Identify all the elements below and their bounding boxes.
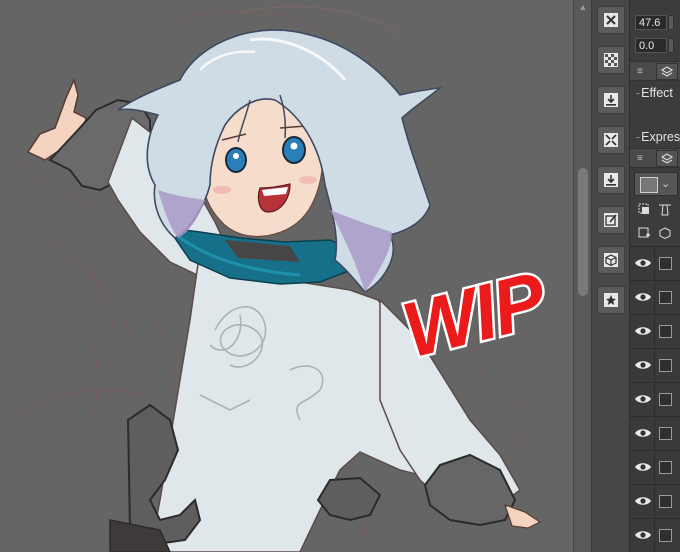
blend-swatch (640, 177, 658, 193)
row-divider (654, 451, 655, 485)
export-button[interactable] (597, 166, 625, 194)
layers-icon (660, 152, 674, 164)
3d-cube-button[interactable] (597, 246, 625, 274)
layer-row[interactable] (630, 416, 680, 451)
layer-checkbox[interactable] (659, 495, 672, 508)
row-divider (654, 519, 655, 552)
eye-icon[interactable] (634, 426, 652, 440)
layer-checkbox[interactable] (659, 325, 672, 338)
scrollbar-thumb[interactable] (578, 168, 588, 296)
layer-menu-icon[interactable]: ≡ (637, 154, 643, 164)
layer-row[interactable] (630, 280, 680, 315)
panel-menu-icon[interactable]: ≡ (637, 67, 643, 77)
layer-checkbox[interactable] (659, 257, 672, 270)
checkerboard-button[interactable] (597, 46, 625, 74)
panel-tabbar-2: ≡ (630, 148, 680, 168)
chevron-down-icon: ⌄ (661, 178, 671, 190)
row-divider (654, 247, 655, 281)
layer-checkbox[interactable] (659, 359, 672, 372)
eye-icon[interactable] (634, 324, 652, 338)
value-field-2[interactable]: 0.0 (635, 38, 667, 53)
layer-row[interactable] (630, 484, 680, 519)
row-divider (654, 383, 655, 417)
layer-row[interactable] (630, 450, 680, 485)
layer-row[interactable] (630, 348, 680, 383)
eye-icon[interactable] (634, 358, 652, 372)
row-divider (654, 315, 655, 349)
layer-row[interactable] (630, 382, 680, 417)
close-sketch-icon (604, 13, 618, 27)
wip-stamp: WIP (392, 252, 573, 430)
expression-label: -Expres (636, 130, 680, 144)
scroll-up-icon[interactable]: ▲ (578, 2, 588, 12)
eye-icon[interactable] (634, 494, 652, 508)
export-icon (604, 173, 618, 187)
row-divider (654, 281, 655, 315)
layer-checkbox[interactable] (659, 427, 672, 440)
eye-icon[interactable] (634, 290, 652, 304)
close-sketch-button[interactable] (597, 6, 625, 34)
layer-tab[interactable] (656, 150, 678, 167)
layer-property-icon (660, 65, 674, 77)
import-button[interactable] (597, 86, 625, 114)
eye-icon[interactable] (634, 392, 652, 406)
value-field-1[interactable]: 47.6 (635, 15, 667, 30)
favorite-star-icon (604, 293, 618, 307)
new-3d-layer-button[interactable] (656, 224, 674, 242)
layer-checkbox[interactable] (659, 529, 672, 542)
canvas-scrollbar[interactable]: ▲ (573, 0, 592, 552)
3d-cube-icon (604, 253, 618, 267)
edit-image-button[interactable] (597, 206, 625, 234)
eye-icon[interactable] (634, 528, 652, 542)
effect-label: -Effect (636, 86, 673, 100)
clip-layer-button[interactable] (635, 200, 653, 218)
layer-row[interactable] (630, 246, 680, 281)
transform-button[interactable] (597, 126, 625, 154)
new-layer-icon (638, 227, 650, 238)
panel-tabbar-1: ≡ (630, 61, 680, 81)
transform-icon (604, 133, 618, 147)
row-divider (654, 349, 655, 383)
value-spinner-1[interactable] (668, 15, 674, 30)
layer-checkbox[interactable] (659, 393, 672, 406)
row-divider (654, 417, 655, 451)
properties-panel: 47.6 0.0 ≡ -Effect -Expres ≡ ⌄ (629, 0, 680, 552)
row-divider (654, 485, 655, 519)
import-icon (604, 93, 618, 107)
layer-property-tab[interactable] (656, 63, 678, 80)
edit-image-icon (604, 213, 618, 227)
layer-row[interactable] (630, 518, 680, 552)
lighthouse-icon (659, 204, 671, 216)
layer-checkbox[interactable] (659, 291, 672, 304)
eye-icon[interactable] (634, 460, 652, 474)
blend-mode-select[interactable]: ⌄ (634, 172, 678, 196)
command-bar (591, 0, 630, 552)
favorite-button[interactable] (597, 286, 625, 314)
new-layer-button[interactable] (635, 224, 653, 242)
drawing-canvas[interactable]: WIP (0, 0, 573, 552)
clip-icon (638, 203, 649, 214)
checkerboard-icon (604, 53, 618, 67)
eye-icon[interactable] (634, 256, 652, 270)
value-spinner-2[interactable] (668, 38, 674, 53)
3d-layer-icon (659, 227, 671, 240)
layer-row[interactable] (630, 314, 680, 349)
reference-layer-button[interactable] (656, 200, 674, 218)
layer-list (630, 246, 680, 552)
layer-checkbox[interactable] (659, 461, 672, 474)
